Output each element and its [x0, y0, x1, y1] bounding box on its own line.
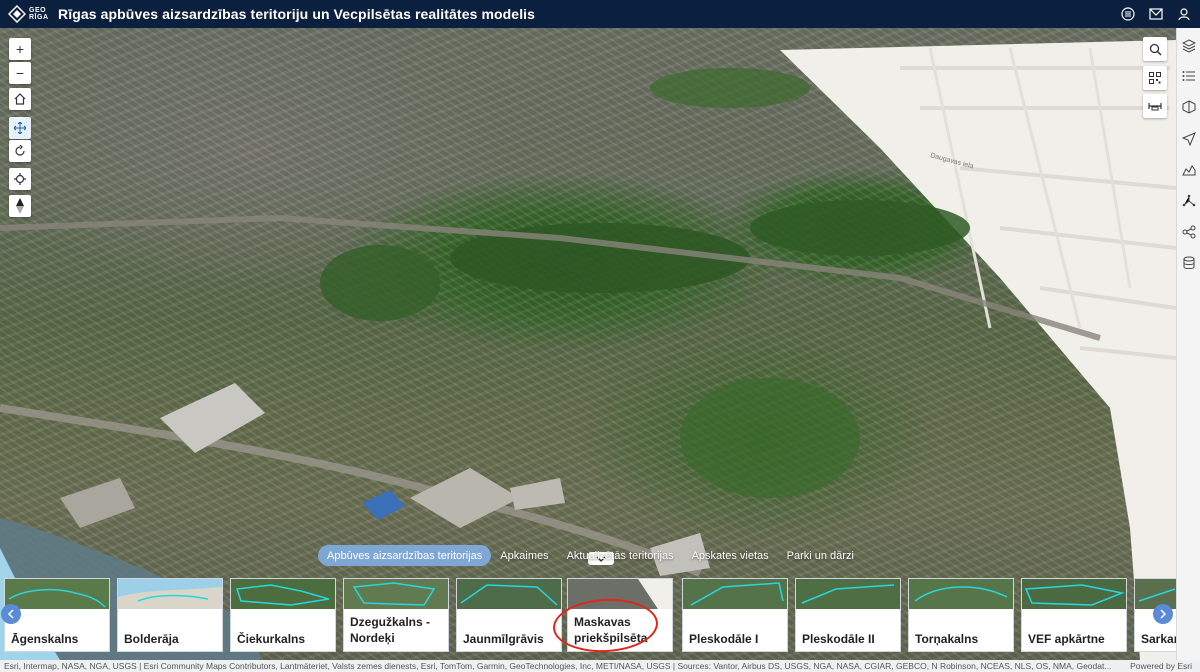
carousel-next-button[interactable]: [1153, 604, 1173, 624]
navigate-icon[interactable]: [1181, 131, 1197, 147]
compass-icon: [16, 198, 24, 214]
slide-label: VEF apkārtne: [1028, 632, 1105, 646]
data-icon[interactable]: [1181, 255, 1197, 271]
forest-patch: [320, 245, 440, 321]
slide-thumbnail: [5, 579, 109, 609]
home-button[interactable]: [9, 88, 31, 110]
header-actions: [1120, 0, 1192, 28]
logo-text-line1: GEO: [29, 7, 47, 14]
slide-thumbnail: [1135, 579, 1176, 609]
slide-category-tabs: Apbūves aizsardzības teritorijas Apkaime…: [318, 545, 863, 566]
rotate-icon: [15, 145, 25, 156]
slide-thumbnail: [909, 579, 1013, 609]
slide-label: Pleskodāle II: [802, 632, 875, 646]
locate-icon: [14, 173, 26, 185]
slide-bolderaja[interactable]: Bolderāja: [117, 578, 223, 652]
slide-label: Sarkan: [1141, 632, 1176, 646]
qr-code-button[interactable]: [1143, 66, 1167, 90]
tab-aktualizetas[interactable]: Aktualizētās teritorijas: [558, 545, 683, 566]
zoom-out-button[interactable]: −: [9, 62, 31, 84]
zoom-in-icon: +: [15, 41, 25, 57]
slide-thumbnail: [457, 579, 561, 609]
tab-apskates-vietas[interactable]: Apskates vietas: [683, 545, 778, 566]
app-window: GEO RĪGA Rīgas apbūves aizsardzības teri…: [0, 0, 1200, 672]
right-toolbar: [1176, 28, 1200, 672]
slide-thumbnail: [231, 579, 335, 609]
slide-dzeguzkalns-nordeki[interactable]: Dzegužkalns - Nordeķi: [343, 578, 449, 652]
slide-thumbnail: [118, 579, 222, 609]
forest-patch: [650, 68, 810, 108]
building-roof: [160, 383, 265, 453]
slide-tornakalns[interactable]: Torņakalns: [908, 578, 1014, 652]
slide-label: Bolderāja: [124, 632, 179, 646]
app-header: GEO RĪGA Rīgas apbūves aizsardzības teri…: [0, 0, 1200, 28]
mail-icon[interactable]: [1148, 6, 1164, 22]
slide-ciekurkalns[interactable]: Čiekurkalns: [230, 578, 336, 652]
tab-parki-un-darzi[interactable]: Parki un dārzi: [778, 545, 863, 566]
logo-text: GEO RĪGA: [29, 7, 49, 21]
slide-thumbnail: [683, 579, 787, 609]
menu-icon[interactable]: [1120, 6, 1136, 22]
forest-patch: [680, 378, 860, 498]
qr-code-icon: [1149, 72, 1161, 84]
slide-label: Torņakalns: [915, 632, 979, 646]
slide-vef-apkartne[interactable]: VEF apkārtne: [1021, 578, 1127, 652]
rotate-button[interactable]: [9, 140, 31, 162]
slide-pleskodale-i[interactable]: Pleskodāle I: [682, 578, 788, 652]
slide-label: Jaunmīlgrāvis: [463, 632, 544, 646]
logo-text-line2: RĪGA: [29, 14, 49, 21]
basemap-icon[interactable]: [1181, 99, 1197, 115]
share-icon[interactable]: [1181, 224, 1197, 240]
slide-thumbnail: [796, 579, 900, 609]
slide-label: Pleskodāle I: [689, 632, 759, 646]
zoom-in-button[interactable]: +: [9, 38, 31, 60]
building-roof: [362, 490, 405, 520]
app-title: Rīgas apbūves aizsardzības teritoriju un…: [58, 6, 536, 22]
chevron-right-icon: [1160, 609, 1167, 619]
building-roof: [410, 468, 520, 528]
elevation-icon[interactable]: [1181, 162, 1197, 178]
pan-icon: [14, 122, 26, 134]
user-icon[interactable]: [1176, 6, 1192, 22]
geo-riga-logo[interactable]: GEO RĪGA: [7, 3, 50, 25]
forest-patch: [750, 200, 970, 256]
measure-icon: [1148, 103, 1162, 111]
slide-thumbnail: [1022, 579, 1126, 609]
carousel-prev-button[interactable]: [1, 604, 21, 624]
attribution-bar: Esri, Intermap, NASA, NGA, USGS | Esri C…: [0, 660, 1200, 672]
measure-button[interactable]: [1143, 94, 1167, 118]
slide-label: Dzegužkalns - Nordeķi: [350, 615, 431, 645]
slide-thumbnail: [344, 579, 448, 609]
home-icon: [14, 93, 26, 105]
tab-apkaimes[interactable]: Apkaimes: [491, 545, 557, 566]
search-icon: [1149, 43, 1162, 56]
layers-icon[interactable]: [1181, 38, 1197, 54]
slide-label: Āgenskalns: [11, 632, 79, 646]
search-button[interactable]: [1143, 37, 1167, 61]
building-roof: [510, 478, 565, 510]
zoom-out-icon: −: [15, 65, 25, 81]
slide-label: Čiekurkalns: [237, 632, 306, 646]
list-icon[interactable]: [1181, 68, 1197, 84]
chevron-left-icon: [7, 609, 14, 619]
tab-apbuves-aizsardzibas[interactable]: Apbūves aizsardzības teritorijas: [318, 545, 492, 566]
slide-pleskodale-ii[interactable]: Pleskodāle II: [795, 578, 901, 652]
pan-button[interactable]: [9, 117, 31, 139]
analysis-icon[interactable]: [1181, 193, 1197, 209]
locate-button[interactable]: [9, 168, 31, 190]
compass-button[interactable]: [9, 195, 31, 217]
slide-jaunmilgravis[interactable]: Jaunmīlgrāvis: [456, 578, 562, 652]
powered-by-esri[interactable]: Powered by Esri: [1126, 660, 1192, 672]
logo-mark-icon: [7, 4, 27, 24]
building-roof: [60, 478, 135, 528]
attribution-text[interactable]: Esri, Intermap, NASA, NGA, USGS | Esri C…: [4, 661, 1111, 671]
